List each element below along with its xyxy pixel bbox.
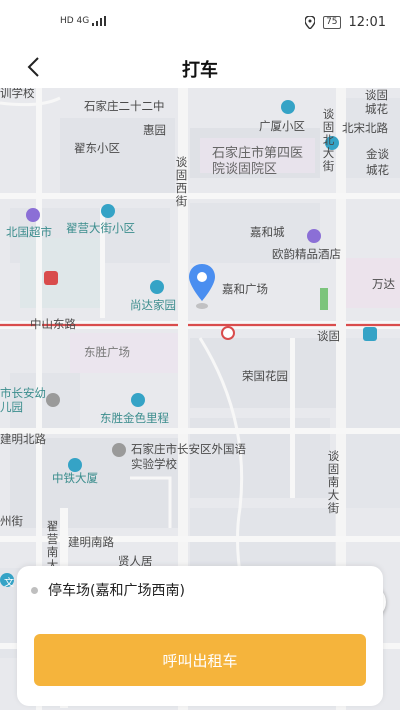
network-text: HD 4G xyxy=(60,16,90,26)
map-label: 翟营大街小区 xyxy=(66,221,135,235)
map-label: 荣国花园 xyxy=(242,369,288,383)
map-label: 北宋北路 xyxy=(342,121,388,135)
map-label: 万达 xyxy=(372,277,395,291)
location-status-icon xyxy=(305,16,316,29)
map-label: 东胜金色里程 xyxy=(100,411,169,425)
map-label: 谈固 xyxy=(317,329,340,343)
battery-indicator: 75 xyxy=(323,16,341,29)
poi-guangxia-icon[interactable] xyxy=(281,100,295,114)
location-pin-icon[interactable] xyxy=(189,264,215,312)
school-icon[interactable] xyxy=(112,443,126,457)
map-label: 建明北路 xyxy=(0,432,46,446)
network-indicator: HD 4G xyxy=(60,16,107,26)
map-label: 尚达家园 xyxy=(130,298,176,312)
map-label: 中山东路 xyxy=(30,317,76,331)
map-label: 石家庄市第四医院谈固院区 xyxy=(212,146,304,177)
map-label: 谈固西街 xyxy=(175,155,188,208)
status-bar: HD 4G 75 12:01 xyxy=(0,0,400,48)
map-label: 谈固北大街 xyxy=(322,107,335,173)
clock: 12:01 xyxy=(348,15,386,30)
call-taxi-button[interactable]: 呼叫出租车 xyxy=(34,634,366,686)
bottom-panel: 停车场(嘉和广场西南) 呼叫出租车 xyxy=(17,566,383,706)
shopping-cart-icon[interactable] xyxy=(26,208,40,222)
map-label: 中铁大厦 xyxy=(52,471,98,485)
map-label: 惠园 xyxy=(143,123,166,137)
pickup-location[interactable]: 停车场(嘉和广场西南) xyxy=(31,580,185,600)
map-label: 翟东小区 xyxy=(74,141,120,155)
map-label: 谈固城花 xyxy=(365,88,388,116)
hotel-icon[interactable] xyxy=(307,229,321,243)
page-title: 打车 xyxy=(182,60,218,81)
location-dot-icon xyxy=(31,586,38,594)
map-label: 石家庄二十二中 xyxy=(84,99,165,113)
poi-dongsheng-jinse-icon[interactable] xyxy=(131,393,145,407)
map-label: 建明南路 xyxy=(68,535,114,549)
map-label: 嘉和广场 xyxy=(222,282,268,296)
map-label: 广厦小区 xyxy=(259,119,305,133)
map-label: 嘉和城 xyxy=(250,225,285,239)
unicom-icon[interactable] xyxy=(221,326,235,340)
poi-zhaiying-icon[interactable] xyxy=(101,204,115,218)
map-label: 州街 xyxy=(0,514,23,528)
subway-icon[interactable] xyxy=(44,271,58,285)
poi-shangda-icon[interactable] xyxy=(150,280,164,294)
map-label: 欧韵精品酒店 xyxy=(272,247,341,261)
signal-icon xyxy=(92,16,107,26)
map-label: 金谈城花 xyxy=(366,147,389,177)
map-label: 市长安幼儿园 xyxy=(0,386,46,414)
map-label: 训学校 xyxy=(0,88,35,100)
telecom-icon[interactable] xyxy=(363,327,377,341)
map-label: 石家庄市长安区外国语实验学校 xyxy=(131,442,246,471)
pickup-location-text: 停车场(嘉和广场西南) xyxy=(48,583,185,599)
lock-icon[interactable] xyxy=(46,393,60,407)
map-label: 东胜广场 xyxy=(84,345,130,359)
map-label: 北国超市 xyxy=(6,225,52,239)
map-label: 文 xyxy=(4,578,14,589)
header: 打车 xyxy=(0,48,400,88)
map-label: 谈固南大街 xyxy=(327,449,340,515)
